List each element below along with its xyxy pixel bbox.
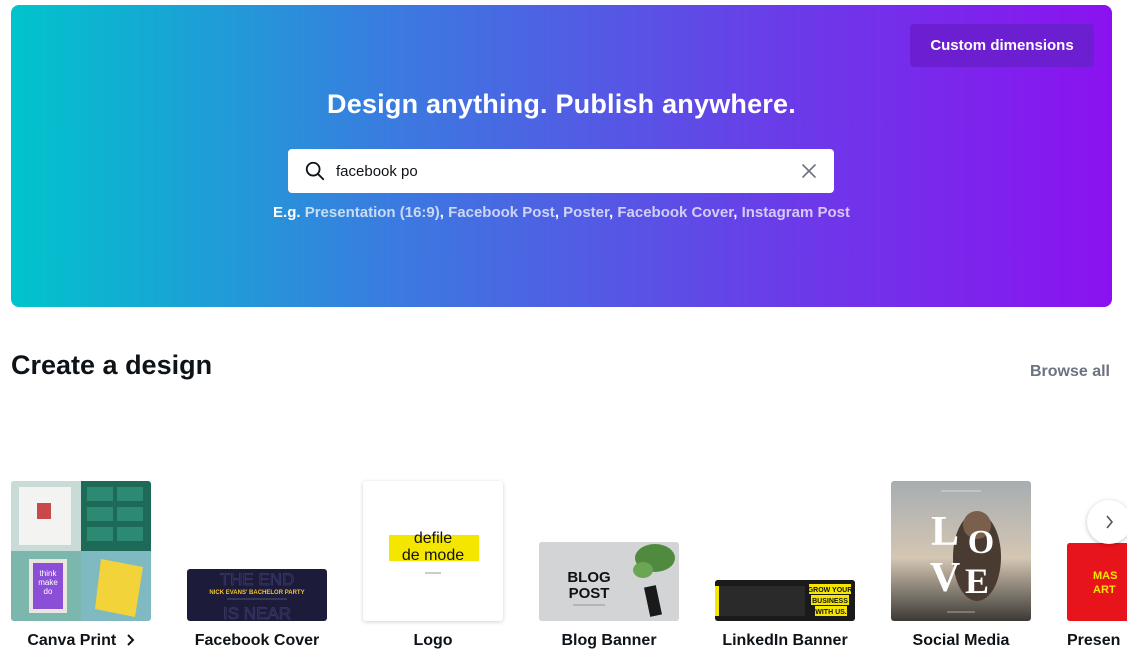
card-label-social-media: Social Media bbox=[912, 632, 1010, 649]
presentation-thumbnail: MAS ART bbox=[1067, 543, 1127, 621]
example-suggestions: E.g. Presentation (16:9), Facebook Post,… bbox=[273, 204, 850, 221]
cover-text-1: THE END bbox=[220, 570, 295, 589]
card-label-presentation: Presen bbox=[1067, 632, 1121, 649]
card-social-media[interactable]: L O V E Social Media bbox=[891, 470, 1031, 660]
linkedin-text-3: WITH US. bbox=[815, 609, 847, 616]
blog-text-1: BLOG bbox=[567, 569, 610, 586]
logo-thumbnail: defile de mode bbox=[363, 481, 503, 621]
linkedin-text-2: BUSINESS bbox=[812, 598, 848, 605]
carousel-next-button[interactable] bbox=[1087, 500, 1127, 544]
presentation-text-1: MAS bbox=[1093, 570, 1117, 582]
love-letter-l: L bbox=[931, 509, 959, 555]
facebook-cover-thumbnail: THE END NICK EVANS' BACHELOR PARTY IS NE… bbox=[187, 569, 327, 621]
linkedin-text-1: GROW YOUR bbox=[808, 587, 853, 594]
social-media-thumbnail: L O V E bbox=[891, 481, 1031, 621]
custom-dimensions-button[interactable]: Custom dimensions bbox=[910, 24, 1094, 67]
print-text-1: think bbox=[40, 569, 58, 578]
card-blog-banner[interactable]: BLOG POST Blog Banner bbox=[539, 470, 679, 660]
search-icon bbox=[305, 161, 325, 181]
print-text-3: do bbox=[44, 587, 53, 596]
card-linkedin-banner[interactable]: GROW YOUR BUSINESS WITH US. LinkedIn Ban… bbox=[715, 470, 855, 660]
card-label-linkedin-banner: LinkedIn Banner bbox=[722, 632, 848, 649]
cover-text-2: NICK EVANS' BACHELOR PARTY bbox=[209, 590, 304, 596]
love-letter-e: E bbox=[965, 561, 989, 601]
examples-prefix: E.g. bbox=[273, 204, 301, 221]
chevron-right-icon bbox=[126, 634, 135, 646]
suggestion-poster[interactable]: Poster bbox=[563, 204, 609, 221]
canva-print-label: Canva Print bbox=[27, 632, 117, 649]
canva-print-thumbnail: think make do bbox=[11, 481, 151, 621]
card-label-facebook-cover: Facebook Cover bbox=[194, 632, 320, 649]
suggestion-facebook-cover[interactable]: Facebook Cover bbox=[617, 204, 733, 221]
card-presentation[interactable]: MAS ART Presen bbox=[1067, 470, 1127, 660]
hero-banner: Custom dimensions Design anything. Publi… bbox=[11, 5, 1112, 307]
card-canva-print[interactable]: think make do Canva Print bbox=[11, 470, 151, 660]
search-input[interactable] bbox=[336, 149, 776, 193]
logo-text-2: de mode bbox=[402, 547, 464, 564]
love-letter-v: V bbox=[930, 555, 960, 601]
card-logo[interactable]: defile de mode Logo bbox=[363, 470, 503, 660]
print-text-2: make bbox=[38, 578, 58, 587]
presentation-text-2: ART bbox=[1093, 584, 1116, 596]
linkedin-banner-thumbnail: GROW YOUR BUSINESS WITH US. bbox=[715, 580, 855, 621]
card-facebook-cover[interactable]: THE END NICK EVANS' BACHELOR PARTY IS NE… bbox=[187, 470, 327, 660]
blog-text-2: POST bbox=[569, 585, 610, 602]
suggestion-facebook-post[interactable]: Facebook Post bbox=[448, 204, 555, 221]
clear-search-icon[interactable] bbox=[801, 163, 817, 179]
blog-banner-thumbnail: BLOG POST bbox=[539, 542, 679, 621]
card-label-blog-banner: Blog Banner bbox=[561, 632, 657, 649]
cover-text-3: IS NEAR bbox=[223, 604, 291, 621]
card-label-logo: Logo bbox=[413, 632, 453, 649]
logo-text-1: defile bbox=[414, 530, 452, 547]
suggestion-instagram-post[interactable]: Instagram Post bbox=[742, 204, 850, 221]
chevron-right-icon bbox=[1106, 515, 1114, 529]
suggestion-presentation[interactable]: Presentation (16:9) bbox=[305, 204, 440, 221]
card-label-canva-print: Canva Print bbox=[1, 632, 161, 650]
browse-all-link[interactable]: Browse all bbox=[1030, 363, 1110, 381]
hero-title: Design anything. Publish anywhere. bbox=[327, 89, 796, 119]
love-letter-o: O bbox=[968, 524, 994, 561]
search-box[interactable] bbox=[288, 149, 834, 193]
section-title: Create a design bbox=[11, 350, 213, 380]
